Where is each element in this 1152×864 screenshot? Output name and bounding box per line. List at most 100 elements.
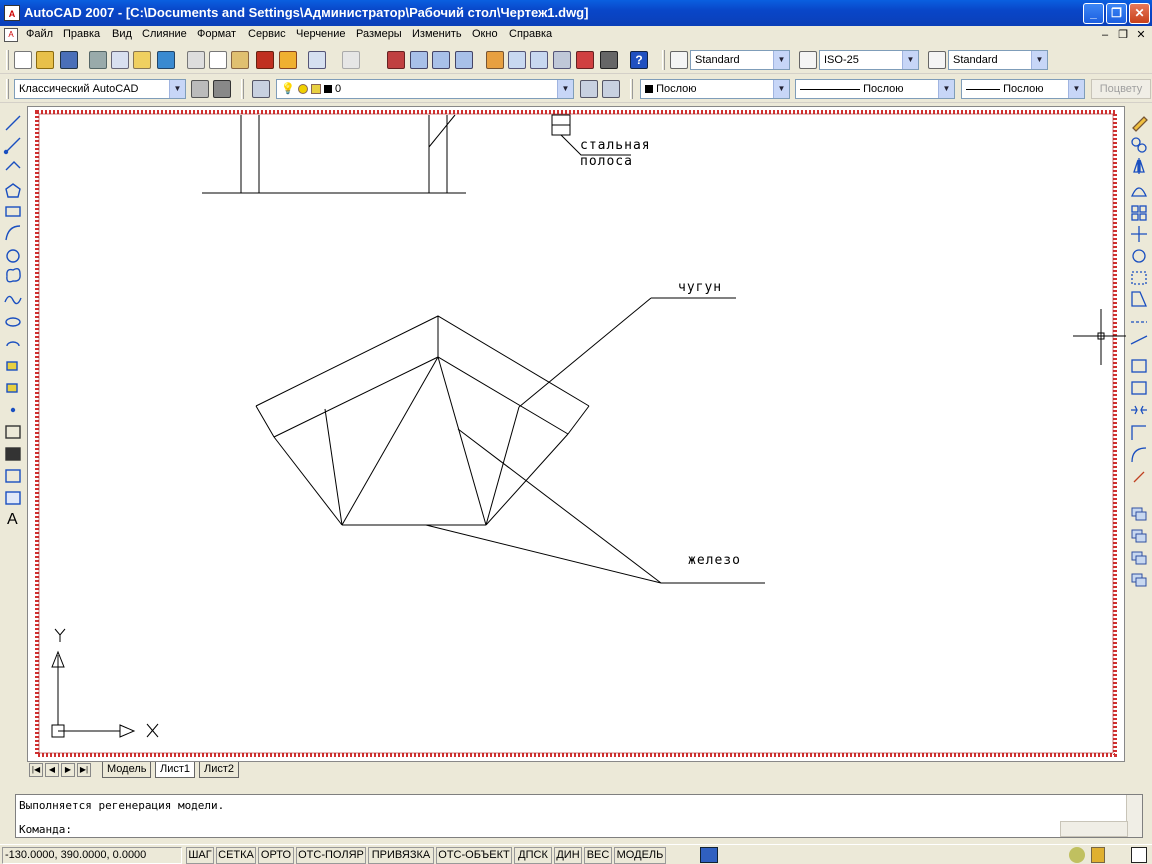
- last-tab-icon[interactable]: ▶|: [77, 763, 91, 777]
- snap-toggle[interactable]: ШАГ: [186, 847, 214, 864]
- command-scrollbar[interactable]: [1126, 795, 1142, 837]
- chevron-down-icon[interactable]: ▼: [1031, 51, 1047, 69]
- close-button[interactable]: ✕: [1129, 3, 1150, 24]
- chevron-down-icon[interactable]: ▼: [773, 51, 789, 69]
- print-preview-icon[interactable]: [111, 51, 129, 69]
- restore-button[interactable]: ❐: [1106, 3, 1127, 24]
- dimension-style-icon[interactable]: [799, 51, 817, 69]
- new-file-icon[interactable]: [14, 51, 32, 69]
- lock-icon[interactable]: [1091, 847, 1105, 863]
- ducs-toggle[interactable]: ДПСК: [514, 847, 552, 864]
- calculator-icon[interactable]: [600, 51, 618, 69]
- command-window[interactable]: Выполняется регенерация модели. Команда:: [15, 794, 1143, 838]
- layer-select[interactable]: 💡 0 ▼: [276, 79, 574, 99]
- minimize-button[interactable]: _: [1083, 3, 1104, 24]
- communication-center-icon[interactable]: [1069, 847, 1085, 863]
- properties-icon[interactable]: [486, 51, 504, 69]
- layer-manager-icon[interactable]: [252, 80, 270, 98]
- table-style-icon[interactable]: [928, 51, 946, 69]
- pan-icon[interactable]: [387, 51, 405, 69]
- annotation-iron[interactable]: железо: [688, 553, 741, 568]
- save-icon[interactable]: [60, 51, 78, 69]
- osnap-toggle[interactable]: ПРИВЯЗКА: [368, 847, 434, 864]
- chevron-down-icon[interactable]: ▼: [557, 80, 573, 98]
- sheet-set-icon[interactable]: [553, 51, 571, 69]
- table-style-select[interactable]: Standard ▼: [948, 50, 1048, 70]
- annotation-steel-strip[interactable]: стальная: [580, 138, 651, 153]
- cut-icon[interactable]: [187, 51, 205, 69]
- menu-draw[interactable]: Черчение: [296, 28, 346, 40]
- workspace-settings-icon[interactable]: [191, 80, 209, 98]
- annotation-cast-iron[interactable]: чугун: [678, 280, 722, 295]
- first-tab-icon[interactable]: |◀: [29, 763, 43, 777]
- toolbar-grip[interactable]: [630, 79, 633, 99]
- menu-edit[interactable]: Правка: [63, 28, 100, 40]
- publish-web-icon[interactable]: [157, 51, 175, 69]
- zoom-previous-icon[interactable]: [455, 51, 473, 69]
- chevron-down-icon[interactable]: ▼: [169, 80, 185, 98]
- color-select[interactable]: Послою ▼: [640, 79, 790, 99]
- menu-tools[interactable]: Сервис: [248, 28, 286, 40]
- tab-layout1[interactable]: Лист1: [155, 762, 196, 778]
- match-properties-icon[interactable]: [256, 51, 274, 69]
- zoom-realtime-icon[interactable]: [410, 51, 428, 69]
- dimension-style-select[interactable]: ISO-25 ▼: [819, 50, 919, 70]
- otrack-toggle[interactable]: ОТС-ОБЪЕКТ: [436, 847, 512, 864]
- multiline-text-icon[interactable]: A: [7, 511, 18, 529]
- clean-screen-icon[interactable]: [1131, 847, 1147, 863]
- redo-icon[interactable]: [342, 51, 360, 69]
- document-menu-icon[interactable]: A: [4, 28, 18, 42]
- mdi-minimize-button[interactable]: –: [1098, 28, 1112, 42]
- zoom-window-icon[interactable]: [432, 51, 450, 69]
- previous-tab-icon[interactable]: ◀: [45, 763, 59, 777]
- tab-model[interactable]: Модель: [102, 762, 152, 778]
- drawing-geometry[interactable]: [28, 107, 1126, 763]
- mdi-close-button[interactable]: ✕: [1134, 28, 1148, 42]
- design-center-icon[interactable]: [508, 51, 526, 69]
- toolbar-grip[interactable]: [6, 50, 9, 70]
- toolbar-grip[interactable]: [6, 79, 9, 99]
- menu-help[interactable]: Справка: [509, 28, 552, 40]
- annotation-steel-strip-2[interactable]: полоса: [580, 154, 633, 169]
- tool-palettes-icon[interactable]: [530, 51, 548, 69]
- linetype-select[interactable]: Послою ▼: [795, 79, 955, 99]
- open-folder-icon[interactable]: [36, 51, 54, 69]
- undo-icon[interactable]: [308, 51, 326, 69]
- menu-modify[interactable]: Изменить: [412, 28, 462, 40]
- autocad-app-icon[interactable]: A: [4, 5, 20, 21]
- lineweight-select[interactable]: Послою ▼: [961, 79, 1085, 99]
- ortho-toggle[interactable]: ОРТО: [258, 847, 294, 864]
- toolbar-grip[interactable]: [662, 50, 665, 70]
- mdi-restore-button[interactable]: ❐: [1116, 28, 1130, 42]
- workspace-select[interactable]: Классический AutoCAD ▼: [14, 79, 186, 99]
- menu-merge[interactable]: Слияние: [142, 28, 187, 40]
- print-icon[interactable]: [89, 51, 107, 69]
- chevron-down-icon[interactable]: ▼: [773, 80, 789, 98]
- menu-view[interactable]: Вид: [112, 28, 132, 40]
- menu-dimension[interactable]: Размеры: [356, 28, 402, 40]
- text-style-select[interactable]: Standard ▼: [690, 50, 790, 70]
- publish-icon[interactable]: [133, 51, 151, 69]
- layer-previous-icon[interactable]: [602, 80, 620, 98]
- next-tab-icon[interactable]: ▶: [61, 763, 75, 777]
- toolbar-grip[interactable]: [241, 79, 244, 99]
- make-current-layer-icon[interactable]: [580, 80, 598, 98]
- chevron-down-icon[interactable]: ▼: [938, 80, 954, 98]
- paste-icon[interactable]: [231, 51, 249, 69]
- markup-icon[interactable]: [576, 51, 594, 69]
- lineweight-toggle[interactable]: ВЕС: [584, 847, 612, 864]
- grid-toggle[interactable]: СЕТКА: [216, 847, 256, 864]
- text-style-icon[interactable]: [670, 51, 688, 69]
- tab-layout2[interactable]: Лист2: [199, 762, 240, 778]
- coordinates-readout[interactable]: -130.0000, 390.0000, 0.0000: [2, 847, 182, 864]
- menu-file[interactable]: Файл: [26, 28, 53, 40]
- block-editor-icon[interactable]: [279, 51, 297, 69]
- drawing-canvas[interactable]: стальная полоса чугун железо X Y: [27, 106, 1126, 763]
- chevron-down-icon[interactable]: ▼: [902, 51, 918, 69]
- menu-format[interactable]: Формат: [197, 28, 236, 40]
- help-icon[interactable]: ?: [630, 51, 648, 69]
- maximize-viewport-icon[interactable]: [700, 847, 718, 863]
- menu-window[interactable]: Окно: [472, 28, 498, 40]
- save-workspace-icon[interactable]: [213, 80, 231, 98]
- copy-icon[interactable]: [209, 51, 227, 69]
